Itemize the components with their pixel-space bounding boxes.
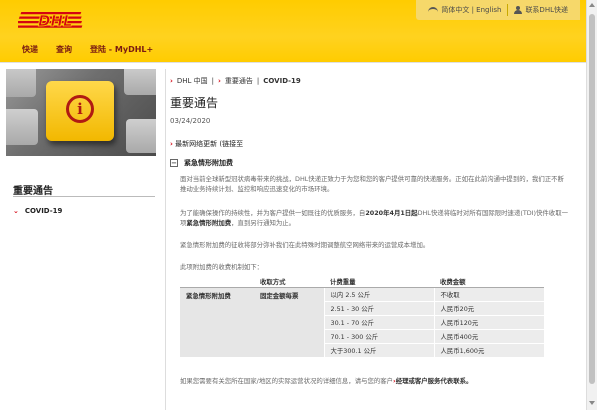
table-header: 收取方式 — [254, 276, 324, 288]
chevron-right-icon: › — [170, 140, 173, 148]
accordion-header-surcharge[interactable]: − 紧急情形附加费 — [170, 158, 233, 168]
latest-update-link[interactable]: › 最新网络更新 (链接至 — [170, 139, 243, 149]
chevron-right-icon: › — [170, 77, 173, 85]
paragraph-cost: 紧急情形附加费的征收将部分弥补我们在此特殊时期调整航空网络带来的运营成本增加。 — [180, 241, 430, 249]
breadcrumb-home[interactable]: DHL 中国 — [177, 76, 208, 86]
hero-image: i — [6, 69, 156, 156]
sidebar-divider — [13, 196, 155, 197]
amount-cell: 人民币20元 — [433, 301, 544, 316]
minus-icon: − — [170, 158, 178, 167]
page-title: 重要通告 — [170, 96, 219, 110]
breadcrumb-current: COVID-19 — [263, 77, 301, 85]
update-link-label: 最新网络更新 (链接至 — [175, 140, 244, 148]
contact-link[interactable]: 联系DHL快递 — [508, 5, 574, 15]
nav-item-express[interactable]: 快递 — [22, 44, 38, 55]
contact-note: 如果您需要有关您所在国家/地区的实际运营状况的详细信息，请与您的客户›经理或客户… — [180, 376, 472, 385]
weight-cell: 2.51 - 30 公斤 — [323, 301, 434, 316]
table-header: 收费金额 — [434, 276, 544, 288]
amount-cell: 人民币400元 — [433, 329, 544, 344]
person-icon — [514, 6, 523, 14]
main-nav: 快递 查询 登陆 - MyDHL+ — [22, 44, 153, 55]
table-header-row: 收取方式 计费重量 收费金额 — [180, 276, 544, 288]
scroll-up-icon[interactable] — [589, 3, 595, 7]
section-title: 紧急情形附加费 — [184, 159, 233, 167]
scroll-thumb[interactable] — [589, 14, 595, 384]
keyboard-key — [126, 119, 156, 153]
sidebar-item-label: COVID-19 — [24, 207, 63, 215]
paragraph-table-intro: 此项附加费的收费机制如下： — [180, 263, 264, 271]
chevron-down-icon: ⌄ — [13, 207, 19, 215]
breadcrumb-separator: | — [256, 77, 260, 85]
chevron-right-icon: › — [218, 77, 221, 85]
nav-item-login[interactable]: 登陆 - MyDHL+ — [90, 44, 153, 55]
keyboard-key — [124, 69, 156, 95]
weight-cell: 30.1 - 70 公斤 — [323, 315, 434, 330]
site-header: DHL 简体中文 | English 联系DHL快递 快递 查询 登陆 - My… — [0, 0, 586, 62]
utility-bar: 简体中文 | English 联系DHL快递 — [416, 0, 580, 20]
surcharge-name: 紧急情形附加费 — [180, 287, 254, 358]
keyboard-key — [6, 109, 38, 145]
contact-note-text: 如果您需要有关您所在国家/地区的实际运营状况的详细信息，请与您的客户 — [180, 377, 394, 385]
publish-date: 03/24/2020 — [170, 117, 211, 125]
language-label: 简体中文 | English — [441, 6, 502, 14]
amount-cell: 不收取 — [433, 287, 544, 302]
globe-icon — [428, 6, 439, 14]
vertical-scrollbar[interactable] — [586, 0, 597, 410]
breadcrumb: › DHL 中国 | › 重要通告 | COVID-19 — [170, 76, 301, 86]
weight-cell: 70.1 - 300 公斤 — [323, 329, 434, 344]
table-row: 紧急情形附加费 固定金额每票 以内 2.5 公斤 不收取 — [180, 287, 544, 358]
keyboard-key — [6, 69, 36, 97]
para2-surcharge: 紧急情形附加费 — [186, 219, 232, 227]
charge-method: 固定金额每票 — [254, 287, 324, 358]
amount-cell: 人民币120元 — [433, 315, 544, 330]
weight-cell: 大于300.1 公斤 — [323, 343, 434, 358]
header-divider — [0, 62, 586, 63]
column-divider — [165, 69, 166, 410]
paragraph-surcharge: 为了能确保操作的持续性，并为客户提供一如既往的优质服务，自2020年4月1日起D… — [180, 208, 568, 228]
surcharge-table: 收取方式 计费重量 收费金额 紧急情形附加费 固定金额每票 以内 2.5 公斤 … — [180, 276, 544, 358]
table-header — [180, 276, 254, 288]
info-key: i — [46, 81, 114, 141]
amount-cell: 人民币1,600元 — [433, 343, 544, 358]
account-manager-link[interactable]: 经理或客户服务代表联系。 — [396, 377, 473, 385]
dhl-logo[interactable]: DHL — [18, 10, 100, 32]
language-switch[interactable]: 简体中文 | English — [422, 5, 507, 15]
info-icon: i — [66, 95, 94, 123]
weight-cell: 以内 2.5 公斤 — [323, 287, 434, 302]
table-header: 计费重量 — [324, 276, 434, 288]
contact-label: 联系DHL快递 — [525, 6, 568, 14]
logo-text: DHL — [38, 12, 73, 30]
para2-text: ，直到另行通知为止。 — [231, 219, 296, 227]
browser-frame: DHL 简体中文 | English 联系DHL快递 快递 查询 登陆 - My… — [0, 0, 597, 410]
breadcrumb-separator: | — [211, 77, 215, 85]
para2-text: 为了能确保操作的持续性，并为客户提供一如既往的优质服务，自 — [180, 209, 366, 217]
nav-item-tracking[interactable]: 查询 — [56, 44, 72, 55]
breadcrumb-notices[interactable]: 重要通告 — [225, 76, 253, 86]
sidebar-title: 重要通告 — [13, 186, 53, 197]
paragraph-intro: 面对当前全球新型冠状病毒带来的挑战，DHL快递正致力于为您和您的客户提供可靠的快… — [180, 175, 564, 193]
sidebar-item-covid19[interactable]: ⌄ COVID-19 — [13, 207, 62, 215]
scroll-down-icon[interactable] — [589, 401, 595, 405]
para2-date: 2020年4月1日起 — [365, 209, 418, 217]
